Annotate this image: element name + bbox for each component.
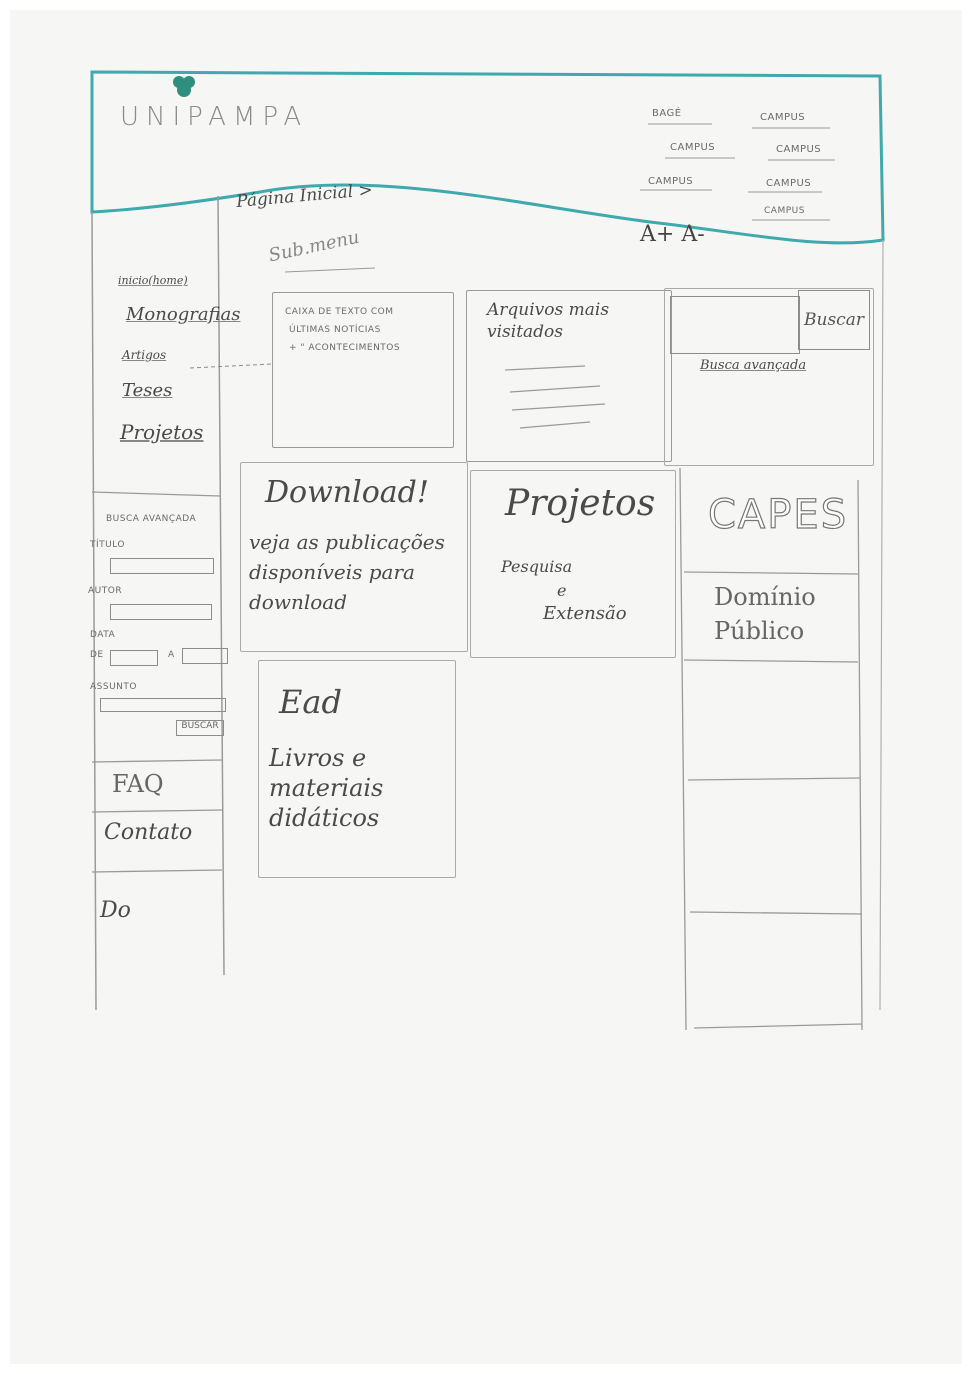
most-visited-box[interactable]: Arquivos mais visitados [466, 290, 672, 462]
date-to-field[interactable] [182, 648, 228, 664]
logo-icon [170, 74, 198, 98]
autor-field[interactable] [110, 604, 212, 620]
advanced-search-link[interactable]: Busca avançada [700, 358, 806, 373]
campus-link-6[interactable]: CAMPUS [764, 206, 805, 216]
data-label: DATA [90, 630, 116, 640]
sidebar-last-link[interactable]: Do [100, 898, 131, 923]
assunto-label: ASSUNTO [90, 682, 137, 692]
titulo-label: TÍTULO [90, 540, 126, 550]
a-label: A [168, 650, 175, 660]
download-title: Download! [265, 475, 429, 510]
search-input[interactable] [670, 296, 800, 354]
campus-link-2[interactable]: CAMPUS [670, 142, 715, 153]
capes-link[interactable]: CAPES [707, 491, 848, 538]
assunto-field[interactable] [100, 698, 226, 712]
news-line-1: CAIXA DE TEXTO COM [285, 307, 394, 317]
projects-title: Projetos [505, 483, 656, 524]
projects-line-1: Pesquisa [501, 557, 573, 576]
news-line-3: + " ACONTECIMENTOS [289, 343, 401, 353]
advanced-search-title: BUSCA AVANÇADA [106, 514, 197, 524]
sidebar-item-home[interactable]: inicio(home) [118, 274, 188, 287]
ead-text: Livros e materiais didáticos [269, 744, 384, 832]
advanced-search-button[interactable]: BUSCAR [176, 720, 224, 736]
faq-link[interactable]: FAQ [112, 770, 164, 798]
projects-line-2: e [557, 581, 567, 600]
ead-title: Ead [279, 683, 342, 721]
de-label: DE [90, 650, 104, 660]
news-line-2: ÚLTIMAS NOTÍCIAS [289, 325, 381, 335]
campus-link-bage[interactable]: BAGÉ [652, 108, 682, 119]
most-visited-title: Arquivos mais visitados [487, 300, 610, 342]
news-box[interactable]: CAIXA DE TEXTO COM ÚLTIMAS NOTÍCIAS + " … [272, 292, 454, 448]
titulo-field[interactable] [110, 558, 214, 574]
logo-text[interactable]: UNIPAMPA [120, 102, 308, 132]
search-button[interactable]: Buscar [798, 290, 870, 350]
dominio-publico-link[interactable]: Domínio Público [714, 580, 854, 648]
contact-link[interactable]: Contato [104, 820, 192, 845]
campus-link-3[interactable]: CAMPUS [776, 144, 821, 155]
font-size-controls[interactable]: A+ A- [640, 222, 705, 247]
sidebar-item-monografias[interactable]: Monografias [126, 304, 241, 325]
projects-box[interactable]: Projetos Pesquisa e Extensão [470, 470, 676, 658]
ead-box[interactable]: Ead Livros e materiais didáticos [258, 660, 456, 878]
download-text: veja as publicações disponíveis para dow… [249, 530, 445, 614]
campus-link-5[interactable]: CAMPUS [766, 178, 811, 189]
download-box[interactable]: Download! veja as publicações disponívei… [240, 462, 468, 652]
date-from-field[interactable] [110, 650, 158, 666]
campus-link-4[interactable]: CAMPUS [648, 176, 693, 187]
sidebar-item-teses[interactable]: Teses [122, 380, 172, 401]
projects-line-3: Extensão [543, 603, 627, 624]
campus-link-1[interactable]: CAMPUS [760, 112, 805, 123]
sidebar-item-projetos[interactable]: Projetos [120, 420, 203, 444]
sidebar: inicio(home) Monografias Artigos Teses P… [88, 212, 241, 992]
sidebar-item-artigos[interactable]: Artigos [122, 348, 166, 362]
autor-label: AUTOR [88, 586, 123, 596]
